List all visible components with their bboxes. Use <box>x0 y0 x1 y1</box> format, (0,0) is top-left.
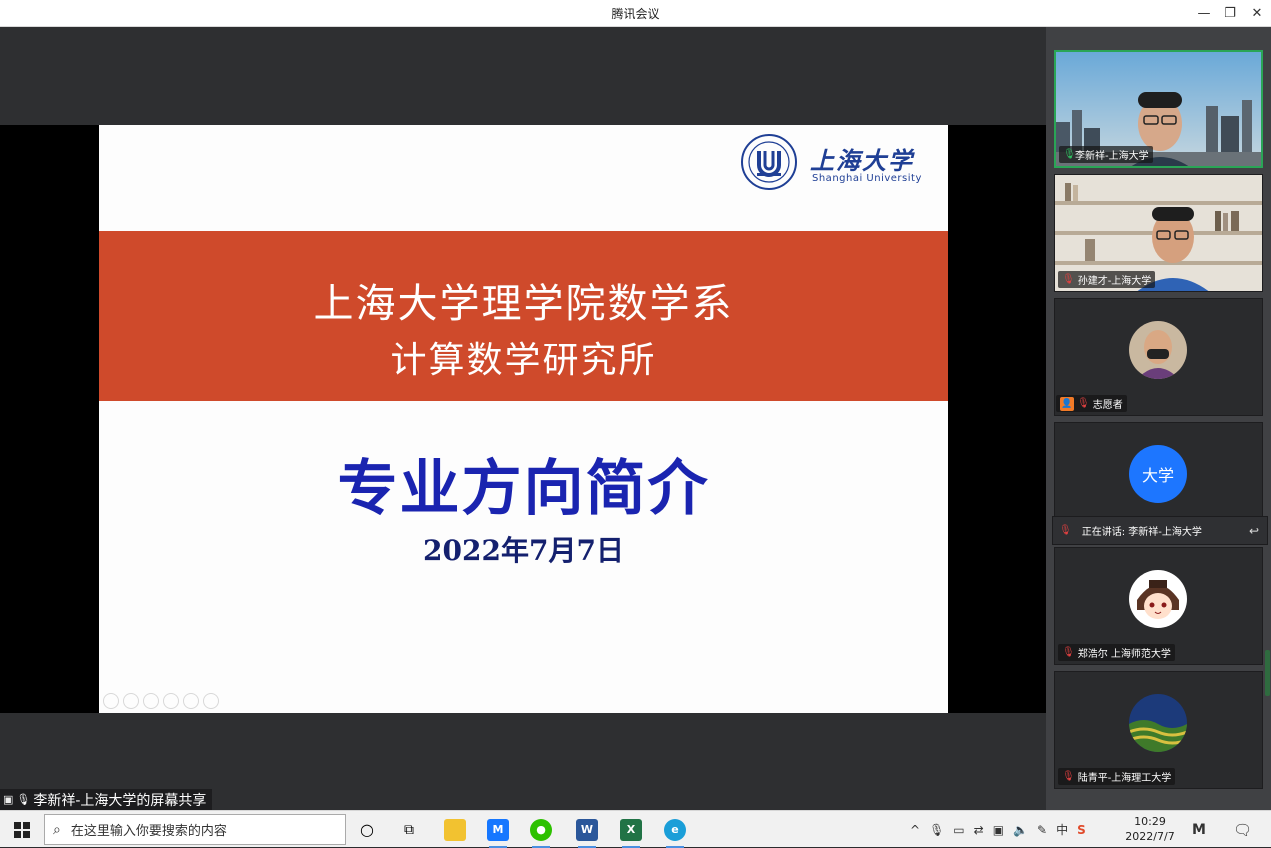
sogou-icon[interactable]: S <box>1077 823 1086 837</box>
participant-avatar: 大学 <box>1129 445 1187 503</box>
meeting-app-icon: M <box>487 818 509 841</box>
word-button[interactable]: W <box>570 811 604 848</box>
pen-tray-icon[interactable]: ✎ <box>1037 823 1047 837</box>
pen-icon[interactable] <box>143 693 159 709</box>
participant-name-tag: 🎙 陆青平-上海理工大学 <box>1058 768 1176 785</box>
wechat-button[interactable]: ● <box>524 811 558 848</box>
chevron-up-icon[interactable]: ^ <box>910 823 920 837</box>
cortana-button[interactable]: ○ <box>352 811 382 848</box>
participant-tile[interactable]: 🎙 郑浩尔 上海师范大学 <box>1054 547 1263 665</box>
mic-icon: 🎙 <box>16 793 31 806</box>
department-title: 上海大学理学院数学系 <box>313 281 734 327</box>
wechat-icon: ● <box>530 818 552 841</box>
institute-title: 计算数学研究所 <box>390 340 657 381</box>
participant-name: 陆青平-上海理工大学 <box>1077 773 1172 784</box>
window-titlebar: 腾讯会议 — ❐ ✕ <box>0 0 1271 27</box>
restore-icon: ❐ <box>1224 6 1236 21</box>
network-icon[interactable]: ▣ <box>993 823 1004 837</box>
search-placeholder: 在这里输入你要搜索的内容 <box>70 824 227 839</box>
search-icon: ⌕ <box>53 821 61 838</box>
window-title: 腾讯会议 <box>611 7 660 21</box>
participant-name-tag: 🎙 郑浩尔 上海师范大学 <box>1058 644 1175 661</box>
minimize-icon: — <box>1197 6 1211 21</box>
start-button[interactable] <box>0 811 44 848</box>
taskbar-search[interactable]: ⌕ 在这里输入你要搜索的内容 <box>44 814 346 845</box>
grid-icon[interactable] <box>163 693 179 709</box>
mic-tray-icon[interactable]: 🎙 <box>929 823 944 837</box>
mic-muted-icon: 🎙 <box>1059 525 1072 536</box>
edge-button[interactable]: e <box>658 811 692 848</box>
m-app-icon[interactable]: M <box>1192 811 1206 848</box>
title-band: 上海大学理学院数学系 计算数学研究所 <box>99 231 948 401</box>
excel-icon: X <box>620 818 642 841</box>
monitor-icon[interactable]: ▭ <box>953 823 964 837</box>
close-button[interactable]: ✕ <box>1243 0 1271 27</box>
mic-muted-icon: 🎙 <box>1077 398 1090 409</box>
participant-tile[interactable]: 👤 🎙 志愿者 <box>1054 298 1263 416</box>
mic-muted-icon: 🎙 <box>1062 647 1075 658</box>
university-logo: 上海大学 Shanghai University <box>740 131 940 191</box>
restore-button[interactable]: ❐ <box>1216 0 1244 27</box>
logo-chinese-name: 上海大学 <box>810 146 914 175</box>
participant-name-tag: 🎙 孙建才-上海大学 <box>1058 271 1156 288</box>
word-icon: W <box>576 818 598 841</box>
participant-avatar <box>1129 570 1187 628</box>
next-slide-icon[interactable] <box>123 693 139 709</box>
panel-scrollbar[interactable] <box>1265 650 1270 696</box>
notification-icon[interactable]: 🗨 <box>1233 811 1252 848</box>
ime-indicator[interactable]: 中 <box>1056 821 1068 838</box>
logo-english-name: Shanghai University <box>812 173 922 184</box>
windows-logo-icon <box>14 821 30 838</box>
tencent-meeting-button[interactable]: M <box>481 811 515 848</box>
reply-icon[interactable]: ↩ <box>1249 524 1259 538</box>
participant-tile[interactable]: 🎙 李新祥-上海大学 <box>1054 50 1263 168</box>
participant-tile[interactable]: 🎙 孙建才-上海大学 <box>1054 174 1263 292</box>
participant-avatar <box>1129 694 1187 752</box>
mic-muted-icon: 🎙 <box>1062 771 1075 782</box>
speaking-indicator: 🎙 正在讲话: 李新祥-上海大学 ↩ <box>1052 516 1268 545</box>
task-view-button[interactable]: ⧉ <box>394 811 424 848</box>
participant-name: 郑浩尔 上海师范大学 <box>1077 649 1171 660</box>
folder-icon <box>444 818 466 841</box>
windows-taskbar: ⌕ 在这里输入你要搜索的内容 ○ ⧉ M ● W X e ^ 🎙 ▭ ⇄ ▣ 🔈… <box>0 810 1271 848</box>
slide-controls <box>103 693 219 709</box>
participant-name-tag: 👤 🎙 志愿者 <box>1056 395 1127 412</box>
screen-share-icon: ▣ <box>3 793 14 806</box>
zoom-icon[interactable] <box>183 693 199 709</box>
participant-name: 李新祥-上海大学 <box>1075 151 1149 162</box>
slide-heading: 专业方向简介 <box>337 454 710 524</box>
speaking-text: 正在讲话: 李新祥-上海大学 <box>1081 527 1202 538</box>
sync-icon[interactable]: ⇄ <box>974 823 984 837</box>
clock-date: 2022/7/7 <box>1125 830 1175 843</box>
shared-slide: 上海大学 Shanghai University 上海大学理学院数学系 计算数学… <box>99 125 948 713</box>
participant-avatar <box>1129 321 1187 379</box>
more-icon[interactable] <box>203 693 219 709</box>
share-owner-label: ▣ 🎙 李新祥-上海大学的屏幕共享 <box>0 789 213 810</box>
task-view-icon: ⧉ <box>404 821 414 838</box>
minimize-button[interactable]: — <box>1190 0 1218 27</box>
prev-slide-icon[interactable] <box>103 693 119 709</box>
share-owner-text: 李新祥-上海大学的屏幕共享 <box>33 792 207 809</box>
participant-name: 孙建才-上海大学 <box>1077 276 1152 287</box>
taskbar-clock[interactable]: 10:29 2022/7/7 <box>1120 814 1180 844</box>
cortana-icon: ○ <box>360 820 374 839</box>
participant-name: 志愿者 <box>1092 400 1123 411</box>
slide-date: 2022年7月7日 <box>423 534 624 567</box>
excel-button[interactable]: X <box>614 811 648 848</box>
mic-on-icon: 🎙 <box>1063 149 1076 160</box>
participant-name-tag: 🎙 李新祥-上海大学 <box>1059 146 1153 163</box>
clock-time: 10:29 <box>1134 815 1166 828</box>
mic-muted-icon: 🎙 <box>1062 274 1075 285</box>
host-badge-icon: 👤 <box>1060 396 1074 411</box>
edge-icon: e <box>664 818 686 841</box>
close-icon: ✕ <box>1251 6 1263 21</box>
university-seal-icon <box>741 134 797 190</box>
file-explorer-button[interactable] <box>438 811 472 848</box>
participant-tile[interactable]: 🎙 陆青平-上海理工大学 <box>1054 671 1263 789</box>
system-tray: ^ 🎙 ▭ ⇄ ▣ 🔈 ✎ 中 S <box>910 811 1086 848</box>
volume-icon[interactable]: 🔈 <box>1013 823 1028 837</box>
